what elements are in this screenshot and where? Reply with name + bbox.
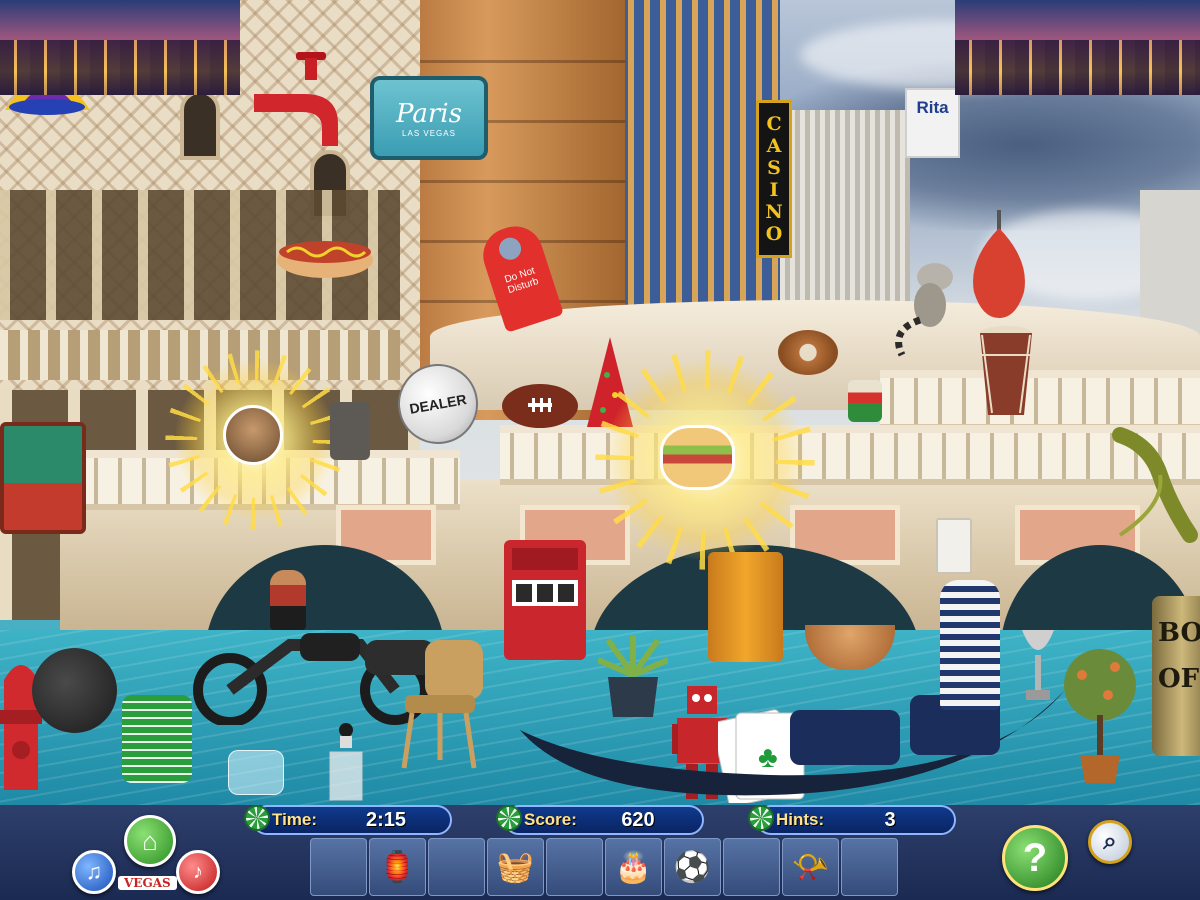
rita-sign: Rita [905, 88, 960, 158]
hidden-object-scene[interactable]: CASINO Paris LAS VEGAS Rita BOX OFFICE D… [0, 0, 1200, 805]
paris-sign: Paris LAS VEGAS [370, 76, 488, 160]
bridge-balustrade [880, 370, 1200, 430]
score-value: 620 [621, 808, 655, 831]
flower-pot-icon[interactable] [1060, 645, 1140, 785]
find-slot[interactable]: 🧺 [487, 838, 544, 896]
trophy-icon[interactable] [1018, 610, 1058, 710]
find-slot[interactable]: 🎂 [605, 838, 662, 896]
box-office-sign: BOX OFFICE [1152, 596, 1200, 756]
find-slot[interactable]: ⚽ [664, 838, 721, 896]
poker-chip-icon [244, 805, 270, 831]
drum-icon[interactable] [978, 325, 1034, 420]
sandwich-icon[interactable] [660, 425, 735, 490]
magnifier-icon: ⌕ [1103, 828, 1117, 855]
poker-chips-icon[interactable] [122, 695, 192, 783]
find-slot[interactable]: 🏮 [369, 838, 426, 896]
find-slot[interactable] [546, 838, 603, 896]
basket-icon: 🧺 [496, 850, 535, 884]
paris-sign-subtitle: LAS VEGAS [402, 128, 456, 138]
hotdog-icon[interactable] [275, 230, 375, 282]
outlet-icon[interactable] [936, 518, 972, 574]
zoom-button[interactable]: ⌕ [1088, 820, 1132, 864]
gondolier-rower [270, 570, 306, 630]
music-icon: ♫ [85, 859, 103, 884]
donut-icon[interactable] [778, 330, 838, 375]
palace-window [180, 90, 220, 160]
money-case-icon[interactable] [330, 402, 370, 460]
hud-skyline-left [0, 0, 240, 95]
poker-table-icon[interactable] [0, 422, 86, 534]
punching-bag-icon[interactable] [966, 210, 1032, 320]
object-list: 🏮 🧺 🎂 ⚽ 📯 [310, 838, 900, 896]
home-icon: ⌂ [142, 825, 158, 856]
portrait-dog-icon[interactable] [223, 405, 283, 465]
find-slot[interactable] [841, 838, 898, 896]
home-button[interactable]: ⌂ [124, 815, 176, 867]
find-slot[interactable] [310, 838, 367, 896]
time-value: 2:15 [365, 808, 407, 831]
sound-icon: ♪ [193, 860, 203, 883]
stacking-rings-icon: 🎂 [614, 850, 653, 884]
helmet-icon[interactable] [32, 648, 117, 733]
time-display: Time: 2:15 [244, 805, 452, 835]
poker-chip-icon [748, 805, 774, 831]
barrel-icon[interactable] [708, 552, 783, 662]
hint-button[interactable]: ? [1002, 825, 1068, 891]
soccer-ball-icon: ⚽ [673, 850, 712, 884]
vegas-logo: VEGAS [118, 876, 177, 890]
gondolier [940, 580, 1000, 710]
whistle-icon: 📯 [791, 850, 830, 884]
casino-sign-text: CASINO [763, 113, 785, 245]
lemur-icon[interactable] [890, 255, 960, 360]
hints-display: Hints: 3 [748, 805, 956, 835]
music-toggle-button[interactable]: ♫ [72, 850, 116, 894]
hints-value: 3 [884, 808, 896, 831]
chair-icon[interactable] [400, 640, 488, 770]
score-display: Score: 620 [496, 805, 704, 835]
sound-toggle-button[interactable]: ♪ [176, 850, 220, 894]
question-mark-icon: ? [1022, 835, 1048, 880]
iguana-icon[interactable] [1100, 425, 1200, 545]
football-icon[interactable] [500, 380, 580, 432]
find-slot[interactable] [723, 838, 780, 896]
lamp-icon: 🏮 [378, 850, 417, 884]
ice-glass-icon[interactable] [228, 750, 284, 795]
paris-sign-script: Paris [396, 98, 462, 129]
find-slot[interactable]: 📯 [782, 838, 839, 896]
perfume-bottle-icon[interactable] [326, 722, 366, 802]
faucet-icon[interactable] [252, 50, 352, 150]
hud-skyline-right [955, 0, 1200, 95]
jar-icon[interactable] [848, 380, 882, 422]
find-slot[interactable] [428, 838, 485, 896]
casino-sign: CASINO [756, 100, 792, 258]
poker-chip-icon [496, 805, 522, 831]
slot-machine-icon[interactable] [502, 538, 588, 662]
